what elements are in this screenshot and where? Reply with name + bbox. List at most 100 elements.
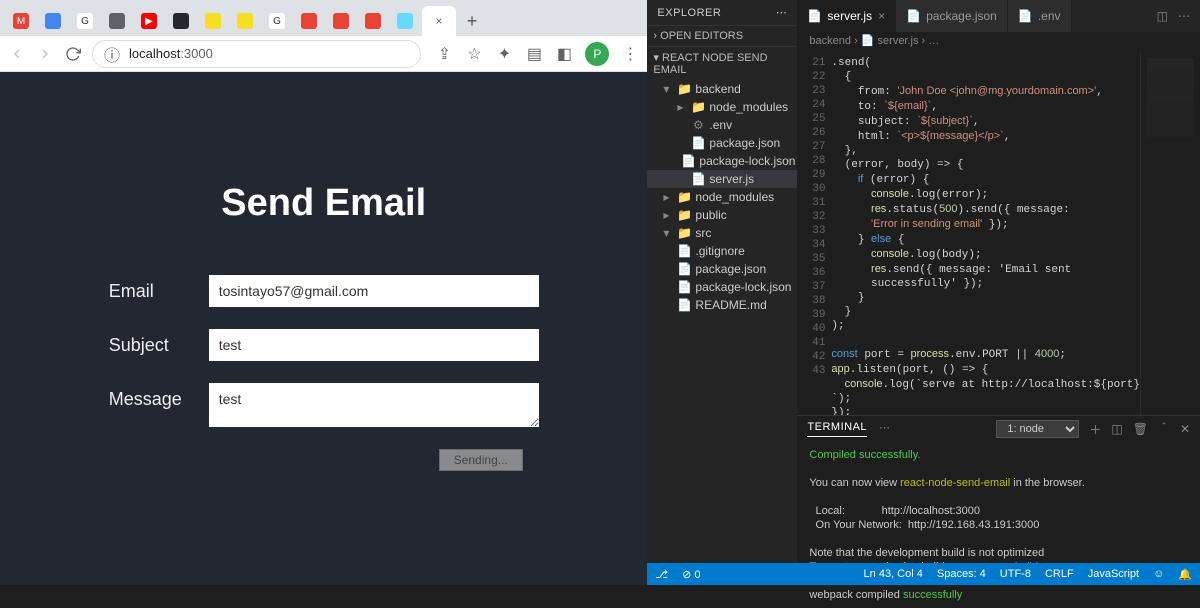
message-textarea[interactable] — [209, 383, 539, 427]
status-spaces[interactable]: Spaces: 4 — [937, 568, 986, 580]
terminal-line: On Your Network: http://192.168.43.191:3… — [809, 518, 1188, 532]
browser-tab[interactable]: M — [6, 6, 36, 36]
url-text: localhost:3000 — [129, 46, 213, 61]
page-title: Send Email — [0, 182, 647, 225]
browser-toolbar: ⓘ localhost:3000 ⇪ ☆ ✦ ▤ ◧ P ⋮ — [0, 36, 647, 72]
email-form: Email Subject Message Sending... — [109, 275, 539, 471]
reading-list-icon[interactable]: ▤ — [525, 45, 543, 63]
browser-tab[interactable] — [230, 6, 260, 36]
tree-item[interactable]: ▸📁node_modules — [647, 188, 797, 206]
email-input[interactable] — [209, 275, 539, 307]
close-tab-icon[interactable]: × — [878, 9, 885, 23]
browser-tab[interactable]: G — [70, 6, 100, 36]
terminal-tab[interactable]: TERMINAL — [807, 421, 867, 437]
bottom-panel: TERMINAL ⋯ 1: node ＋ ◫ 🗑 ＾ ✕ Compiled su… — [797, 415, 1200, 585]
tree-item[interactable]: ▸📁public — [647, 206, 797, 224]
browser-tab[interactable] — [102, 6, 132, 36]
browser-tab-active[interactable]: × — [422, 6, 456, 36]
email-label: Email — [109, 275, 209, 302]
chrome-menu-icon[interactable]: ⋮ — [621, 45, 639, 63]
notifications-icon[interactable]: 🔔 — [1178, 568, 1192, 581]
favicon-icon: G — [77, 13, 93, 29]
minimap[interactable] — [1140, 52, 1200, 415]
tree-item-label: src — [695, 226, 711, 240]
tree-item-label: package-lock.json — [699, 154, 795, 168]
breadcrumbs[interactable]: backend › 📄 server.js › … — [797, 32, 1200, 52]
file-tree: ▾📁backend▸📁node_modules⚙.env📄package.jso… — [647, 80, 797, 564]
browser-tab[interactable] — [390, 6, 420, 36]
forward-icon[interactable] — [36, 45, 54, 63]
code-editor[interactable]: 21 22 23 24 25 26 27 28 29 30 31 32 33 3… — [797, 52, 1200, 415]
browser-tab[interactable] — [38, 6, 68, 36]
app-page: Send Email Email Subject Message Sending… — [0, 72, 647, 585]
editor-tab[interactable]: 📄package.json — [896, 0, 1008, 32]
close-tab-icon[interactable]: × — [435, 14, 442, 28]
tree-item[interactable]: ⚙.env — [647, 116, 797, 134]
tree-item[interactable]: ▾📁backend — [647, 80, 797, 98]
status-encoding[interactable]: UTF-8 — [1000, 568, 1031, 580]
tree-item[interactable]: 📄package.json — [647, 260, 797, 278]
browser-tab[interactable] — [166, 6, 196, 36]
remote-icon[interactable]: ⎇ — [655, 568, 668, 581]
editor-tab[interactable]: 📄.env — [1008, 0, 1072, 32]
close-panel-icon[interactable]: ✕ — [1180, 422, 1190, 436]
maximize-panel-icon[interactable]: ＾ — [1158, 421, 1170, 438]
tree-item[interactable]: ▾📁src — [647, 224, 797, 242]
status-lncol[interactable]: Ln 43, Col 4 — [864, 568, 923, 580]
editor-tab-label: .env — [1038, 9, 1061, 23]
split-terminal-icon[interactable]: ◫ — [1111, 422, 1122, 436]
address-bar[interactable]: ⓘ localhost:3000 — [92, 40, 421, 68]
code-content[interactable]: .send( { from: 'John Doe <john@mg.yourdo… — [831, 52, 1140, 415]
feedback-icon[interactable]: ☺ — [1153, 568, 1164, 580]
back-icon[interactable] — [8, 45, 26, 63]
editor-more-icon[interactable]: ⋯ — [1178, 9, 1190, 23]
file-icon: 📄 — [691, 172, 705, 186]
side-panel-icon[interactable]: ◧ — [555, 45, 573, 63]
tree-item-label: .gitignore — [695, 244, 744, 258]
open-editors-section[interactable]: › OPEN EDITORS — [647, 25, 797, 46]
favicon-icon — [205, 13, 221, 29]
browser-tab[interactable] — [326, 6, 356, 36]
editor-tab[interactable]: 📄server.js× — [797, 0, 896, 32]
browser-tab[interactable]: ▶ — [134, 6, 164, 36]
split-editor-icon[interactable]: ◫ — [1157, 9, 1168, 23]
terminal-selector[interactable]: 1: node — [996, 420, 1079, 438]
tree-item[interactable]: ▸📁node_modules — [647, 98, 797, 116]
tree-item[interactable]: 📄package.json — [647, 134, 797, 152]
tree-item[interactable]: 📄package-lock.json — [647, 152, 797, 170]
tree-item[interactable]: 📄README.md — [647, 296, 797, 314]
submit-button[interactable]: Sending... — [439, 449, 523, 471]
browser-tab[interactable] — [198, 6, 228, 36]
file-icon: 📄 — [691, 136, 705, 150]
favicon-icon — [237, 13, 253, 29]
extensions-icon[interactable]: ✦ — [495, 45, 513, 63]
panel-more-icon[interactable]: ⋯ — [879, 421, 891, 437]
new-terminal-icon[interactable]: ＋ — [1089, 421, 1101, 438]
status-language[interactable]: JavaScript — [1088, 568, 1139, 580]
reload-icon[interactable] — [64, 45, 82, 63]
tree-item[interactable]: 📄package-lock.json — [647, 278, 797, 296]
tree-item-label: public — [695, 208, 726, 222]
file-icon: 📄 — [677, 244, 691, 258]
tree-item-label: server.js — [709, 172, 754, 186]
file-icon: 📁 — [677, 190, 691, 204]
errors-icon[interactable]: ⊘ 0 — [682, 568, 700, 581]
new-tab-button[interactable]: + — [458, 6, 486, 36]
favicon-icon: ▶ — [141, 13, 157, 29]
status-eol[interactable]: CRLF — [1045, 568, 1074, 580]
editor-main: 📄server.js×📄package.json📄.env ◫ ⋯ backen… — [797, 0, 1200, 585]
bookmark-icon[interactable]: ☆ — [465, 45, 483, 63]
profile-avatar[interactable]: P — [585, 42, 609, 66]
kill-terminal-icon[interactable]: 🗑 — [1133, 422, 1148, 436]
more-icon[interactable]: ⋯ — [776, 6, 788, 19]
site-info-icon[interactable]: ⓘ — [103, 45, 121, 63]
browser-tab[interactable]: G — [262, 6, 292, 36]
share-icon[interactable]: ⇪ — [435, 45, 453, 63]
browser-tab[interactable] — [294, 6, 324, 36]
favicon-icon — [365, 13, 381, 29]
tree-item[interactable]: 📄 .gitignore — [647, 242, 797, 260]
tree-item[interactable]: 📄 server.js — [647, 170, 797, 188]
subject-input[interactable] — [209, 329, 539, 361]
project-section[interactable]: ▾ REACT NODE SEND EMAIL — [647, 46, 797, 80]
browser-tab[interactable] — [358, 6, 388, 36]
